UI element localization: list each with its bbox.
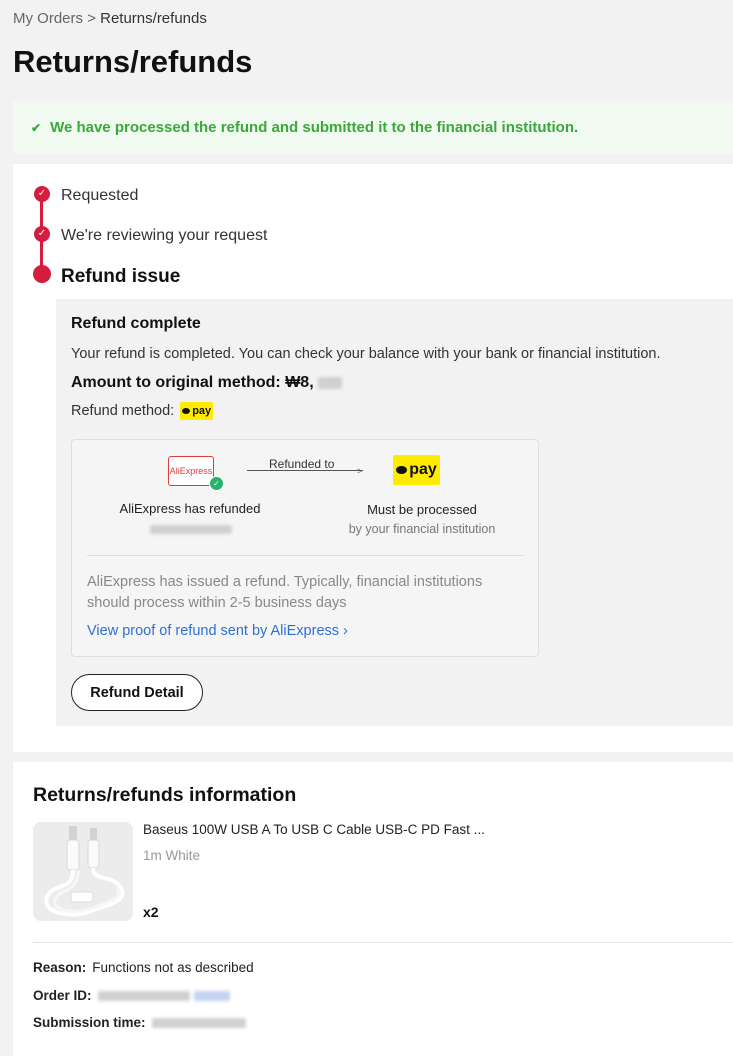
aliexpress-refunded-label: AliExpress has refunded — [119, 501, 261, 516]
step-done-check-icon: ✓ — [34, 186, 50, 202]
refund-status-box: Refund complete Your refund is completed… — [56, 299, 733, 726]
must-be-processed-label: Must be processed — [367, 502, 477, 517]
check-icon: ✔ — [31, 120, 42, 135]
order-id-label: Order ID: — [33, 988, 92, 1003]
refund-method-label: Refund method: — [71, 403, 175, 419]
step-current-dot — [33, 265, 51, 283]
redacted-amount — [318, 376, 343, 389]
financial-institution-label: by your financial institution — [348, 522, 496, 536]
refund-detail-button[interactable]: Refund Detail — [71, 674, 203, 711]
divider — [33, 942, 733, 943]
product-quantity: x2 — [143, 904, 159, 920]
step-done-check-icon: ✓ — [34, 226, 50, 242]
timeline-step-reviewing: We're reviewing your request — [61, 227, 268, 244]
redacted-copy-link[interactable] — [193, 990, 230, 1001]
refund-method: Refund method: pay — [71, 402, 214, 420]
redacted-order-id — [97, 990, 190, 1001]
product-name[interactable]: Baseus 100W USB A To USB C Cable USB-C P… — [143, 822, 485, 837]
aliexpress-logo: AliExpress — [168, 456, 214, 486]
refund-status-description: Your refund is completed. You can check … — [71, 346, 661, 362]
reason-row: Reason: Functions not as described — [33, 960, 254, 975]
refund-amount-label: Amount to original method: — [71, 374, 281, 391]
breadcrumb-my-orders-link[interactable]: My Orders — [13, 10, 83, 27]
refund-timing-note: AliExpress has issued a refund. Typicall… — [87, 574, 483, 611]
check-circle-icon: ✓ — [209, 476, 224, 491]
refunded-to-label: Refunded to — [269, 457, 335, 471]
timeline-step-refund-issue: Refund issue — [61, 266, 181, 287]
refund-status-title: Refund complete — [71, 315, 201, 332]
breadcrumb-current: Returns/refunds — [100, 10, 207, 27]
redacted-refund-date — [150, 525, 232, 534]
product-image[interactable] — [33, 822, 133, 921]
status-banner-message: We have processed the refund and submitt… — [50, 119, 579, 136]
submission-time-label: Submission time: — [33, 1015, 146, 1030]
returns-info-title: Returns/refunds information — [33, 784, 297, 806]
submission-time-row: Submission time: — [33, 1015, 246, 1030]
refund-amount: Amount to original method: ₩8, — [71, 374, 343, 392]
returns-info-card: Returns/refunds information Baseus 100W … — [13, 762, 733, 1056]
reason-label: Reason: — [33, 960, 87, 975]
arrow-right-icon: > — [357, 466, 363, 476]
page-title: Returns/refunds — [13, 44, 253, 79]
redacted-submission-time — [151, 1017, 246, 1028]
refund-amount-value: ₩8, — [285, 374, 314, 391]
refund-flow-box: AliExpress ✓ Refunded to > pay AliExpres… — [71, 439, 539, 657]
kakaopay-target-logo: pay — [393, 455, 440, 485]
view-proof-of-refund-link[interactable]: View proof of refund sent by AliExpress … — [87, 623, 348, 639]
breadcrumb-separator: > — [87, 10, 96, 27]
arrow-line — [247, 470, 363, 471]
timeline-step-requested: Requested — [61, 187, 139, 204]
product-variant: 1m White — [143, 848, 201, 863]
order-id-row: Order ID: — [33, 988, 230, 1003]
reason-value: Functions not as described — [92, 960, 254, 975]
divider — [87, 555, 523, 556]
breadcrumb: My Orders > Returns/refunds — [13, 10, 207, 27]
refund-progress-card: ✓ Requested ✓ We're reviewing your reque… — [13, 164, 733, 752]
status-banner: ✔ We have processed the refund and submi… — [13, 101, 733, 154]
kakaopay-logo: pay — [180, 402, 214, 420]
usb-cable-image — [33, 822, 133, 921]
